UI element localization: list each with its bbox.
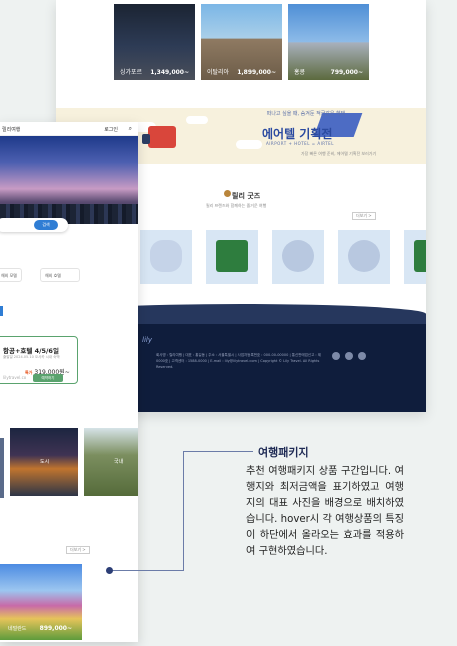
tile-edge — [0, 438, 4, 498]
tile-name: 국내 — [114, 459, 124, 465]
cloud-decoration — [186, 116, 208, 124]
deal-title: 항공+호텔 4/5/6일 — [3, 347, 59, 355]
chip-hotel[interactable]: 해외 호텔 — [40, 268, 80, 282]
annotation-line — [183, 451, 253, 452]
deal-input[interactable]: lilytravel.co — [3, 375, 29, 380]
mobile-package-tile[interactable]: 네덜란드 899,000~ — [0, 564, 82, 640]
youtube-icon[interactable] — [358, 352, 366, 360]
mobile-header: 릴리여행 로그인 ⌕ — [0, 122, 138, 136]
destination-tile-singapore[interactable]: 싱가포르 1,349,000~ — [114, 4, 195, 80]
chip-motel[interactable]: 해외 모텔 — [0, 268, 22, 282]
footer-info: 회사명 : 릴리여행 | 대표 : 홍길동 | 주소 : 서울특별시 | 사업자… — [156, 353, 321, 369]
search-box[interactable]: 검색 — [0, 218, 68, 232]
goods-item[interactable] — [140, 230, 192, 284]
goods-list — [140, 230, 426, 284]
kakao-icon[interactable] — [332, 352, 340, 360]
goods-item[interactable] — [206, 230, 258, 284]
mobile-tiles: 도시 국내 — [10, 428, 138, 496]
banner-note: 가장 빠른 여행 준비, 에어텔 기획전 보러가기 — [301, 151, 377, 156]
destination-name: 홍콩 — [294, 69, 306, 76]
mobile-hero: 검색 — [0, 136, 138, 232]
deal-card[interactable]: 항공+호텔 4/5/6일 출발일 2024.05.10 오사카 시내 숙박 특가… — [0, 336, 78, 384]
package-name: 네덜란드 — [8, 626, 27, 632]
mobile-header-title: 릴리여행 — [2, 127, 21, 133]
banner-headline: 에어텔 기획전 — [262, 127, 333, 141]
login-link[interactable]: 로그인 — [104, 126, 118, 133]
mobile-tile-city[interactable]: 도시 — [10, 428, 78, 496]
banner-tags: AIRPORT + HOTEL = AIRTEL — [266, 141, 334, 146]
goods-more-button[interactable]: 더보기 > — [352, 212, 376, 220]
destination-name: 싱가포르 — [120, 69, 143, 76]
annotation-line — [183, 451, 184, 570]
search-button[interactable]: 검색 — [34, 220, 58, 230]
cloud-decoration — [236, 140, 262, 149]
mobile-mockup: 릴리여행 로그인 ⌕ 검색 해외 모텔 해외 호텔 항공+호텔 4/5/6일 출… — [0, 122, 138, 642]
package-price: 899,000~ — [39, 625, 72, 632]
mobile-more-button[interactable]: 더보기 > — [66, 546, 90, 554]
destination-price: 799,000~ — [330, 69, 363, 76]
goods-title: 릴리 굿즈 — [232, 192, 261, 200]
destination-tile-hongkong[interactable]: 홍콩 799,000~ — [288, 4, 369, 80]
footer-social — [332, 352, 366, 360]
instagram-icon[interactable] — [345, 352, 353, 360]
annotation-body: 추천 여행패키지 상품 구간입니다. 여행지와 최저금액을 표기하였고 여행지의… — [246, 466, 404, 557]
search-icon[interactable]: ⌕ — [129, 125, 132, 133]
goods-subtitle: 릴리 프렌즈와 함께하는 즐거운 여행 — [206, 203, 267, 208]
goods-item[interactable] — [338, 230, 390, 284]
deal-details: 출발일 2024.05.10 오사카 시내 숙박 — [3, 355, 60, 359]
section-accent — [0, 306, 3, 316]
goods-item[interactable] — [404, 230, 426, 284]
mobile-tile-domestic[interactable]: 국내 — [84, 428, 138, 496]
destination-tiles: 싱가포르 1,349,000~ 이탈리아 1,899,000~ 홍콩 799,0… — [114, 4, 369, 80]
banner-tagline: 떠나고 싶을 때, 숨겨둔 적금같은 혜택 — [266, 111, 346, 117]
destination-price: 1,899,000~ — [237, 69, 276, 76]
destination-name: 이탈리아 — [207, 69, 230, 76]
truck-icon — [142, 126, 176, 148]
annotation-dot — [106, 567, 113, 574]
goods-item[interactable] — [272, 230, 324, 284]
annotation-title: 여행패키지 — [258, 446, 309, 459]
tile-name: 도시 — [40, 459, 50, 465]
footer-logo[interactable]: lily — [142, 336, 152, 344]
bear-icon — [224, 190, 231, 197]
annotation-line — [109, 570, 184, 571]
destination-price: 1,349,000~ — [150, 69, 189, 76]
reserve-button[interactable]: 예약하기 — [33, 374, 63, 382]
destination-tile-italy[interactable]: 이탈리아 1,899,000~ — [201, 4, 282, 80]
